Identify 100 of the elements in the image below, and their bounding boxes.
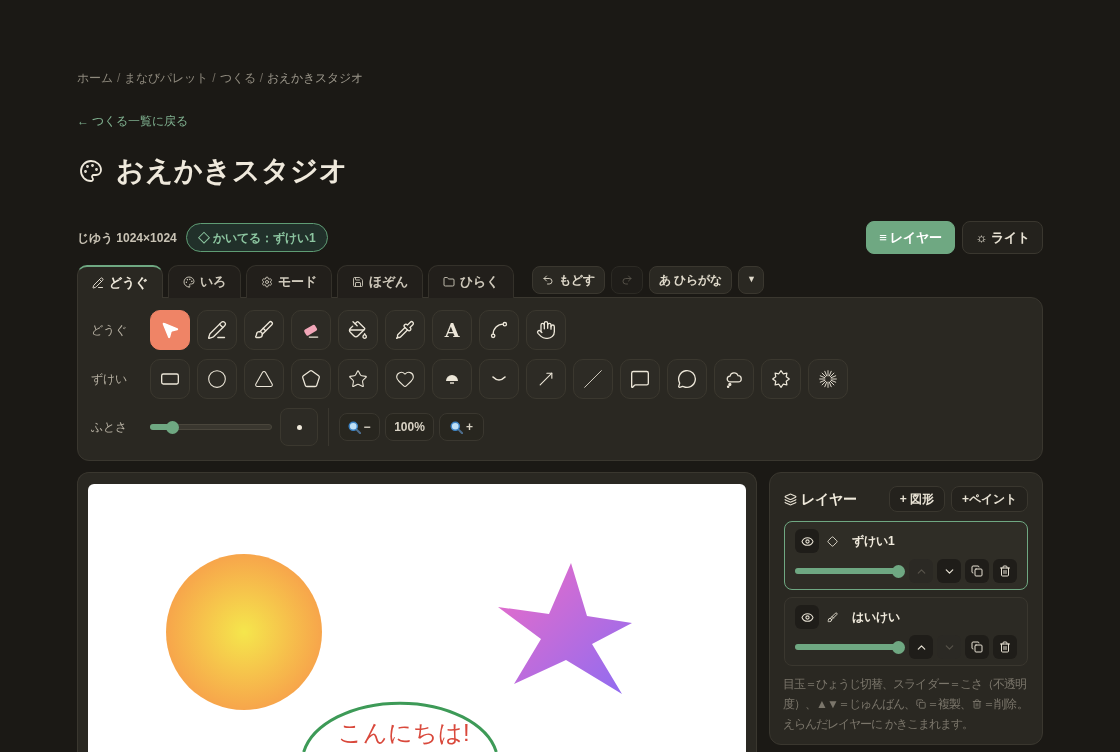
- breadcrumb-separator: /: [259, 70, 264, 87]
- delete-button[interactable]: [993, 559, 1017, 583]
- tool-button[interactable]: [150, 310, 190, 350]
- delete-button[interactable]: [993, 635, 1017, 659]
- star-icon: [348, 369, 368, 389]
- duplicate-button[interactable]: [965, 559, 989, 583]
- trash-icon: [999, 641, 1011, 653]
- tool-button[interactable]: [761, 359, 801, 399]
- burst-icon: [771, 369, 791, 389]
- tool-button[interactable]: [244, 359, 284, 399]
- duplicate-button[interactable]: [965, 635, 989, 659]
- zoom-level: 100%: [385, 413, 434, 441]
- eye-icon: [800, 534, 814, 548]
- tool-button[interactable]: [197, 359, 237, 399]
- opacity-slider[interactable]: [795, 640, 902, 654]
- move-down-button[interactable]: [937, 559, 961, 583]
- input-mode-button[interactable]: あ ひらがな: [649, 266, 733, 294]
- undo-button[interactable]: もどす: [532, 266, 605, 294]
- circle-icon: [207, 369, 227, 389]
- opacity-slider[interactable]: [795, 564, 902, 578]
- round-speech-bubble-icon: [677, 369, 697, 389]
- pointer-icon: [160, 320, 180, 340]
- diamond-icon: [827, 535, 838, 547]
- magnifier-icon: [348, 420, 362, 434]
- line-icon: [583, 369, 603, 389]
- canvas-size-label: じゆう 1024×1024: [77, 229, 177, 247]
- tool-button[interactable]: [291, 359, 331, 399]
- help-text: 度）、▲▼＝じゅんばん、: [783, 696, 916, 713]
- triangle-icon: [254, 369, 274, 389]
- copy-icon: [971, 641, 983, 653]
- add-layer-button[interactable]: +ペイント: [951, 486, 1028, 512]
- zoom-in-button[interactable]: +: [439, 413, 484, 441]
- text-tool-button[interactable]: A: [432, 310, 472, 350]
- brush-icon: [254, 320, 274, 340]
- settings-icon: [261, 276, 273, 288]
- tab[interactable]: ほぞん: [337, 265, 423, 298]
- redo-icon: [621, 274, 633, 286]
- pencil-icon: [207, 320, 227, 340]
- tool-button[interactable]: [197, 310, 237, 350]
- breadcrumb-separator: /: [212, 70, 216, 87]
- help-text: ＝削除。: [983, 696, 1028, 713]
- add-layer-button[interactable]: + 図形: [888, 486, 945, 512]
- tool-button[interactable]: [667, 359, 707, 399]
- curve-icon: [489, 320, 509, 340]
- tab[interactable]: いろ: [168, 265, 241, 298]
- eye-icon: [800, 610, 814, 624]
- tool-button[interactable]: [291, 310, 331, 350]
- trash-icon: [972, 699, 983, 709]
- star-shape[interactable]: [498, 563, 632, 694]
- slider-thumb[interactable]: [166, 420, 180, 434]
- status-pill: ◇ かいてる：ずけい1: [185, 223, 328, 252]
- visibility-button[interactable]: [795, 529, 819, 553]
- tool-button[interactable]: [150, 359, 190, 399]
- breadcrumb-link[interactable]: つくる: [219, 69, 256, 87]
- breadcrumb-link[interactable]: ホーム: [77, 69, 113, 87]
- breadcrumb-separator: /: [117, 70, 121, 87]
- dropdown-button[interactable]: ▼: [738, 266, 765, 294]
- save-icon: [352, 276, 364, 288]
- pencil-icon: [92, 276, 104, 289]
- tool-button[interactable]: [526, 310, 566, 350]
- semicircle-icon: [445, 374, 459, 384]
- layers-icon: [784, 492, 797, 506]
- brush-icon: [827, 611, 838, 623]
- tool-button[interactable]: [620, 359, 660, 399]
- tool-button[interactable]: [338, 359, 378, 399]
- tool-button[interactable]: [244, 310, 284, 350]
- layer-card[interactable]: ずけい1: [784, 521, 1028, 590]
- move-up-button[interactable]: [909, 635, 933, 659]
- header-toggle-button[interactable]: ☼ ライト: [962, 221, 1043, 254]
- palette-icon: [183, 276, 195, 288]
- slider-thumb[interactable]: [892, 640, 905, 654]
- help-text: えらんだレイヤーに かきこまれます。: [783, 716, 974, 733]
- layer-card[interactable]: はいけい: [784, 597, 1028, 666]
- back-link[interactable]: ← つくる一覧に戻る: [77, 113, 189, 129]
- magnifier-icon: [450, 420, 463, 434]
- tool-button[interactable]: [385, 359, 425, 399]
- help-text: ＝複製、: [927, 696, 972, 713]
- tool-button[interactable]: [432, 359, 472, 399]
- panel-title: レイヤー: [801, 489, 857, 509]
- tool-button[interactable]: [808, 359, 848, 399]
- layer-name: はいけい: [852, 609, 900, 626]
- tool-button[interactable]: [385, 310, 425, 350]
- tab[interactable]: モード: [246, 265, 332, 298]
- stroke-width-slider[interactable]: [150, 420, 272, 434]
- visibility-button[interactable]: [795, 605, 819, 629]
- tab[interactable]: ひらく: [428, 265, 514, 298]
- breadcrumb-link[interactable]: まなびパレット: [124, 69, 209, 87]
- drawing-canvas[interactable]: こんにちは!: [88, 484, 746, 752]
- slider-thumb[interactable]: [892, 564, 905, 578]
- palette-icon: [79, 159, 103, 183]
- arc-icon: [492, 376, 506, 382]
- copy-icon: [916, 699, 927, 709]
- canvas-text[interactable]: こんにちは!: [338, 718, 470, 748]
- pentagon-icon: [301, 369, 321, 389]
- tool-button[interactable]: [479, 310, 519, 350]
- tool-button[interactable]: [338, 310, 378, 350]
- tool-button[interactable]: [714, 359, 754, 399]
- zoom-out-button[interactable]: −: [339, 413, 380, 441]
- tab[interactable]: どうぐ: [77, 265, 163, 298]
- paint-bucket-icon: [348, 320, 368, 340]
